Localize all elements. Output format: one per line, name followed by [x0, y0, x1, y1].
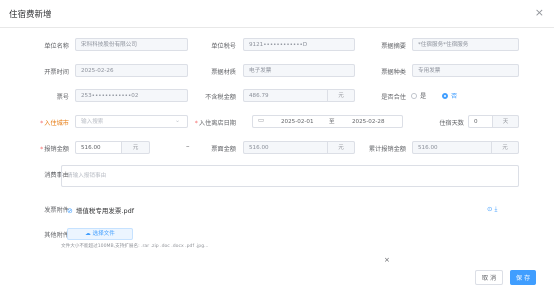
radio-no-icon — [442, 93, 448, 99]
invoice-attachment-label: 发票附件 — [44, 207, 69, 214]
reimburse-amount-label: *报销金额 — [40, 144, 69, 153]
reimburse-amount-text: 报销金额 — [44, 146, 69, 153]
amount-no-tax-unit: 元 — [328, 89, 355, 102]
radio-yes-icon — [411, 93, 417, 99]
invoice-amount-unit: 元 — [328, 141, 355, 154]
invoice-date-label: 开票时间 — [44, 69, 69, 76]
invoice-amount-label: 票面金额 — [211, 146, 236, 153]
date-range-separator: 至 — [329, 119, 335, 125]
dialog: 住宿费新增 × 单位名称 宋科科技股份有限公司 单位税号 9121•••••••… — [0, 0, 554, 294]
required-mark: * — [194, 120, 198, 127]
ticket-no-field: 253••••••••••••02 — [75, 89, 188, 102]
bill-kind-field: 专用发票 — [412, 64, 519, 77]
preview-download-icons[interactable]: ⊙ ⤓ — [487, 205, 497, 214]
bill-summary-field: *住宿服务*住宿服务 — [412, 38, 519, 51]
stay-dates-text: 入住离店日期 — [198, 120, 236, 127]
chevron-down-icon: ⌄ — [175, 117, 181, 124]
stay-date-range[interactable]: 2025-02-01 至 2025-02-28 — [252, 115, 403, 128]
bill-material-label: 票据材质 — [211, 69, 236, 76]
radio-yes-label: 是 — [420, 93, 427, 100]
stay-days-label: 住宿天数 — [439, 120, 464, 127]
cancel-button[interactable]: 取 消 — [475, 270, 503, 285]
stay-days-field[interactable]: 0 — [468, 115, 493, 128]
amount-no-tax-field: 486.79 — [243, 89, 328, 102]
unit-tax-field: 9121••••••••••••D — [243, 38, 355, 51]
close-icon[interactable]: × — [535, 6, 544, 19]
invoice-amount-field: 516.00 — [243, 141, 328, 154]
choose-file-button[interactable]: ☁ 选择文件 — [67, 228, 133, 240]
dialog-title: 住宿费新增 — [9, 10, 52, 20]
unit-name-field: 宋科科技股份有限公司 — [75, 38, 188, 51]
bill-summary-label: 票据摘要 — [381, 43, 406, 50]
reimburse-amount-unit: 元 — [122, 141, 150, 154]
total-reimbursed-field: 516.00 — [412, 141, 492, 154]
attachment-file[interactable]: ⊘ 增值税专用发票.pdf — [67, 205, 134, 215]
required-mark: * — [40, 120, 44, 127]
bill-kind-label: 票据种类 — [381, 69, 406, 76]
ticket-no-label: 票号 — [56, 94, 69, 101]
required-mark: * — [40, 146, 44, 153]
shared-stay-label: 是否合住 — [381, 94, 406, 101]
radio-no-label: 否 — [451, 93, 458, 100]
close-icon[interactable]: × — [384, 256, 390, 264]
checkin-city-label: *入住城市 — [40, 118, 69, 127]
attachment-filename: 增值税专用发票.pdf — [75, 207, 134, 215]
unit-name-label: 单位名称 — [44, 43, 69, 50]
paperclip-icon: ⊘ — [67, 207, 73, 215]
calendar-icon: ▭ — [258, 116, 265, 124]
unit-tax-label: 单位税号 — [211, 43, 236, 50]
stay-start-date: 2025-02-01 — [281, 119, 314, 125]
reimburse-amount-field[interactable]: 516.00 — [75, 141, 122, 154]
choose-file-label: 选择文件 — [92, 231, 115, 237]
checkin-city-select[interactable]: 输入搜索 — [75, 115, 188, 128]
stay-end-date: 2025-02-28 — [352, 119, 385, 125]
radio-yes[interactable]: 是 — [411, 91, 426, 100]
reason-textarea[interactable]: 请输入报销事由 — [61, 165, 519, 187]
total-reimbursed-label: 累计报销金额 — [368, 146, 406, 153]
bill-material-field: 电子发票 — [243, 64, 355, 77]
range-dash: – — [186, 142, 190, 150]
stay-days-unit: 天 — [493, 115, 519, 128]
stay-dates-label: *入住离店日期 — [195, 118, 236, 127]
save-button[interactable]: 保 存 — [510, 270, 536, 285]
other-attachment-label: 其他附件 — [44, 232, 69, 239]
upload-hint: 文件大小不能超过100MB,支持扩展名: .rar .zip .doc .doc… — [61, 244, 209, 249]
header-divider — [0, 27, 554, 28]
checkin-city-text: 入住城市 — [44, 120, 69, 127]
invoice-date-field: 2025-02-26 — [75, 64, 188, 77]
total-reimbursed-unit: 元 — [492, 141, 519, 154]
radio-no[interactable]: 否 — [442, 91, 457, 100]
amount-no-tax-label: 不含税金额 — [205, 94, 236, 101]
